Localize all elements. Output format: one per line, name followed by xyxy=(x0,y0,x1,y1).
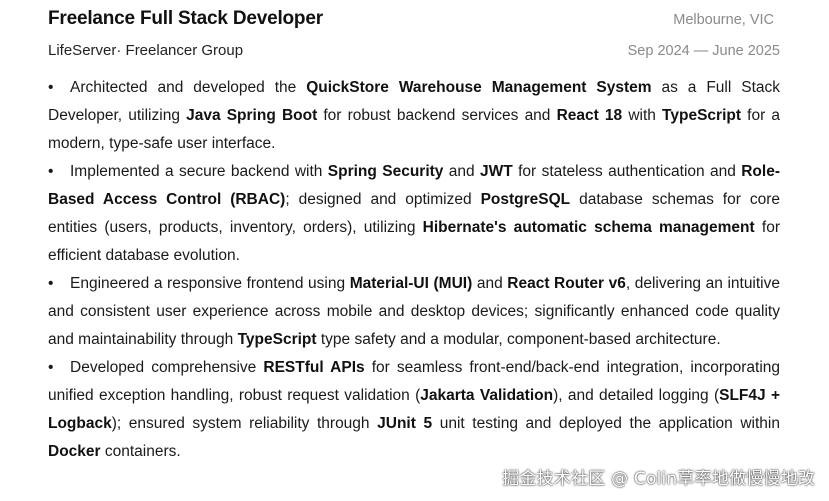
text-run: Developed comprehensive xyxy=(70,359,264,376)
text-run: type safety and a modular, component-bas… xyxy=(316,331,721,348)
company-row: LifeServer· Freelancer Group Sep 2024 — … xyxy=(48,42,780,62)
highlight-term: Docker xyxy=(48,443,101,460)
highlight-term: Material-UI (MUI) xyxy=(349,275,473,292)
text-run: ); ensured system reliability through xyxy=(111,415,378,432)
highlight-term: TypeScript xyxy=(237,331,317,348)
highlight-term: Hibernate's automatic schema management xyxy=(422,219,755,236)
job-location: Melbourne, VIC xyxy=(673,12,774,28)
bullet-marker: • xyxy=(48,275,54,292)
text-run: with xyxy=(622,107,663,124)
highlight-term: JUnit 5 xyxy=(377,415,433,432)
text-run: containers. xyxy=(100,443,181,460)
highlight-term: Java Spring Boot xyxy=(186,107,318,124)
text-run: for stateless authentication and xyxy=(512,163,742,180)
bullet-marker: • xyxy=(48,359,54,376)
highlight-term: JWT xyxy=(480,163,513,180)
bullet-marker: • xyxy=(48,163,54,180)
employment-dates: Sep 2024 — June 2025 xyxy=(627,43,780,59)
company-name: LifeServer· Freelancer Group xyxy=(48,42,244,59)
responsibilities-list: • Architected and developed the QuickStor… xyxy=(48,74,780,466)
highlight-term: React Router v6 xyxy=(507,275,626,292)
highlight-term: Jakarta Validation xyxy=(420,387,554,404)
resume-entry: Freelance Full Stack Developer Melbourne… xyxy=(48,0,780,501)
text-run: for robust backend services and xyxy=(317,107,557,124)
text-run: and xyxy=(472,275,508,292)
text-run: Engineered a responsive frontend using xyxy=(70,275,350,292)
highlight-term: PostgreSQL xyxy=(480,191,571,208)
text-run: ; designed and optimized xyxy=(285,191,481,208)
highlight-term: React 18 xyxy=(556,107,623,124)
bullet-marker: • xyxy=(48,79,54,96)
text-run: unit testing and deployed the applicatio… xyxy=(432,415,780,432)
responsibility-item: • Developed comprehensive RESTful APIs fo… xyxy=(48,354,780,466)
responsibility-item: • Architected and developed the QuickStor… xyxy=(48,74,780,158)
text-run: ), and detailed logging ( xyxy=(553,387,720,404)
text-run: Implemented a secure backend with xyxy=(70,163,328,180)
title-row: Freelance Full Stack Developer Melbourne… xyxy=(48,8,780,34)
highlight-term: RESTful APIs xyxy=(263,359,365,376)
job-title: Freelance Full Stack Developer xyxy=(48,8,323,29)
highlight-term: Spring Security xyxy=(327,163,444,180)
highlight-term: QuickStore Warehouse Management System xyxy=(306,79,652,96)
responsibility-item: • Engineered a responsive frontend using … xyxy=(48,270,780,354)
text-run: and xyxy=(443,163,481,180)
text-run: Architected and developed the xyxy=(70,79,307,96)
highlight-term: TypeScript xyxy=(662,107,741,124)
watermark: 掘金技术社区 @ Colin草率地做慢慢地改 xyxy=(502,469,815,489)
responsibility-item: • Implemented a secure backend with Sprin… xyxy=(48,158,780,270)
